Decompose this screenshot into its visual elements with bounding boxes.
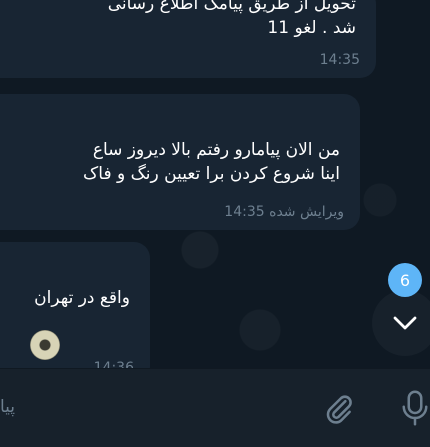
message-time: 14:35 bbox=[319, 52, 360, 68]
message-input-bar: پیا bbox=[0, 368, 430, 447]
message-meta: 14:35 bbox=[320, 52, 360, 68]
edited-label: ویرایش شده bbox=[269, 204, 344, 220]
paperclip-icon[interactable] bbox=[322, 392, 356, 426]
scroll-down-button[interactable] bbox=[372, 290, 430, 356]
message-meta: ویرایش شده 14:35 bbox=[224, 204, 344, 220]
message-input[interactable]: پیا bbox=[0, 397, 15, 417]
message-time: 14:35 bbox=[224, 204, 265, 220]
chat-area[interactable]: تحویل از طریق پیامک اطلاع رسانی شد . لغو… bbox=[0, 0, 430, 368]
message-line: من الان پیامارو رفتم بالا دیروز ساع bbox=[92, 140, 340, 160]
message-line: واقع در تهران bbox=[34, 288, 130, 308]
unread-count-badge[interactable]: 6 bbox=[388, 263, 422, 297]
message-bubble[interactable]: من الان پیامارو رفتم بالا دیروز ساع اینا… bbox=[0, 94, 360, 230]
message-text: واقع در تهران bbox=[34, 286, 130, 310]
microphone-icon[interactable] bbox=[400, 388, 430, 428]
message-bubble[interactable]: تحویل از طریق پیامک اطلاع رسانی شد . لغو… bbox=[0, 0, 376, 78]
message-line: تحویل از طریق پیامک اطلاع رسانی bbox=[107, 0, 356, 14]
message-text: تحویل از طریق پیامک اطلاع رسانی شد . لغو… bbox=[108, 0, 356, 40]
message-meta: 14:36 bbox=[94, 360, 134, 368]
message-bubble[interactable]: واقع در تهران 14:36 bbox=[0, 242, 150, 368]
chevron-down-icon bbox=[393, 316, 417, 330]
message-line: اینا شروع کردن برا تعیین رنگ و فاک bbox=[83, 164, 340, 184]
sticker-thumbnail[interactable] bbox=[30, 330, 60, 360]
message-line: شد . لغو 11 bbox=[267, 18, 356, 38]
message-text: من الان پیامارو رفتم بالا دیروز ساع اینا… bbox=[83, 138, 340, 186]
message-time: 14:36 bbox=[93, 360, 134, 368]
